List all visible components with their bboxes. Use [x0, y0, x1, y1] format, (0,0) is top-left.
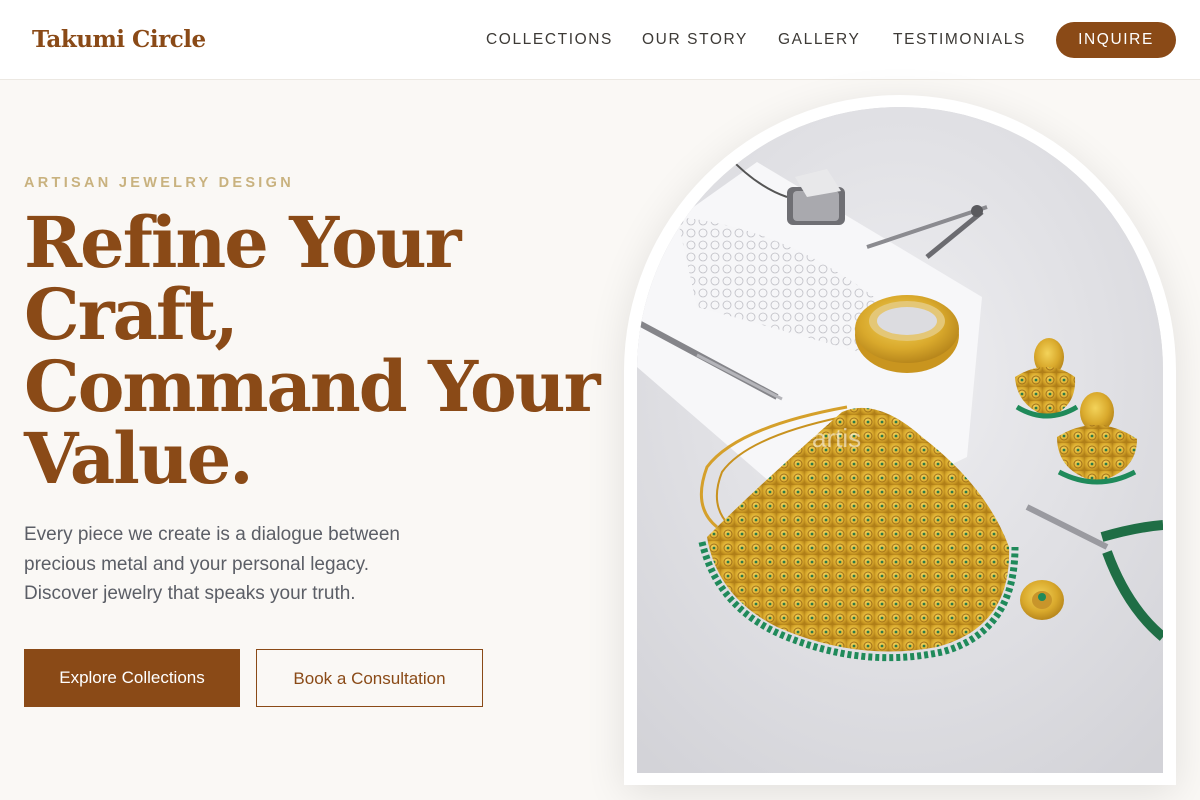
hero-title-line: Refine Your [24, 201, 462, 284]
brand-logo[interactable]: Takumi Circle [32, 26, 206, 53]
hero-title-line: Value. [24, 417, 254, 500]
gold-bangle [855, 295, 959, 373]
nav-testimonials[interactable]: TESTIMONIALS [893, 31, 1026, 49]
inquire-button[interactable]: INQUIRE [1056, 22, 1176, 58]
nav-gallery[interactable]: GALLERY [778, 31, 860, 49]
hero-description: Every piece we create is a dialogue betw… [24, 520, 464, 609]
book-consultation-button[interactable]: Book a Consultation [256, 649, 483, 707]
site-header: Takumi Circle COLLECTIONS OUR STORY GALL… [0, 0, 1200, 80]
hero-title-line: Craft, [24, 273, 239, 356]
hero-description-line: precious metal and your personal legacy. [24, 553, 370, 575]
hero-eyebrow: ARTISAN JEWELRY DESIGN [24, 175, 294, 191]
hero-description-line: Every piece we create is a dialogue betw… [24, 524, 401, 545]
hero-title: Refine Your Craft, Command Your Value. [24, 201, 600, 500]
hero-description-line: Discover jewelry that speaks your truth. [24, 583, 356, 604]
nav-our-story[interactable]: OUR STORY [642, 31, 748, 49]
hero-image-frame: artis [624, 95, 1176, 785]
gold-ring [1020, 580, 1064, 620]
hero-title-line: Command Your [24, 345, 600, 428]
photo-watermark: artis [812, 423, 861, 453]
explore-collections-button[interactable]: Explore Collections [24, 649, 240, 707]
nav-collections[interactable]: COLLECTIONS [486, 31, 613, 49]
jewelry-workbench-photo: artis [637, 107, 1163, 773]
